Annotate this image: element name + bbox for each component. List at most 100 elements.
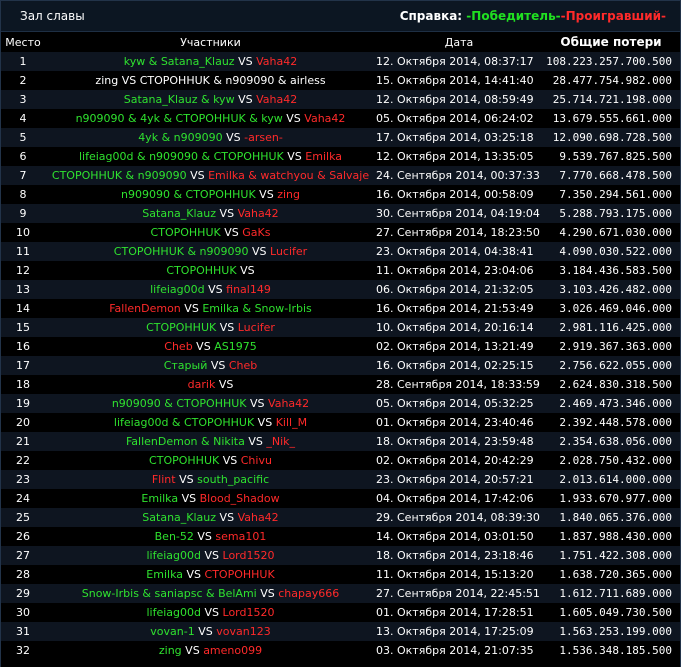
- winner-names[interactable]: Ben-52: [155, 530, 194, 543]
- winner-names[interactable]: lifeiag00d: [150, 283, 205, 296]
- winner-names[interactable]: Satana_Klauz: [142, 511, 216, 524]
- winner-names[interactable]: n909090 & СТОРОННUK: [112, 397, 247, 410]
- winner-names[interactable]: FallenDemon: [109, 302, 181, 315]
- table-row[interactable]: 31 vovan-1 VS vovan123 13. Октября 2014, 1…: [1, 622, 680, 641]
- table-row[interactable]: 8 n909090 & СТОРОННUK VS zing 16. Октября …: [1, 185, 680, 204]
- table-row[interactable]: 19 n909090 & СТОРОННUK VS Vaha42 05. Октяб…: [1, 394, 680, 413]
- loser-names[interactable]: Vaha42: [268, 397, 309, 410]
- loser-names[interactable]: Cheb: [229, 359, 257, 372]
- versus-label: VS: [216, 207, 238, 220]
- winner-names[interactable]: СТОРОННUK: [149, 454, 219, 467]
- loser-names[interactable]: Vaha42: [256, 93, 297, 106]
- loser-names[interactable]: Vaha42: [304, 112, 345, 125]
- loser-names[interactable]: Lucifer: [238, 321, 275, 334]
- loser-names[interactable]: zing: [277, 188, 300, 201]
- table-row[interactable]: 1 kyw & Satana_Klauz VS Vaha42 12. Октября…: [1, 52, 680, 71]
- table-row[interactable]: 6 lifeiag00d & n909090 & СТОРОННUK VS Emi…: [1, 147, 680, 166]
- table-row[interactable]: 20 lifeiag00d & СТОРОННUK VS Kill_M 01. Ок…: [1, 413, 680, 432]
- loser-names[interactable]: Vaha42: [256, 55, 297, 68]
- loser-names[interactable]: GaKs: [242, 226, 270, 239]
- place-cell: 32: [1, 641, 45, 660]
- loser-names[interactable]: chapay666: [278, 587, 339, 600]
- loser-names[interactable]: Lord1520: [223, 549, 275, 562]
- table-row[interactable]: 24 Emilka VS Blood_Shadow 04. Октября 2014…: [1, 489, 680, 508]
- loser-names[interactable]: Emilka: [305, 150, 342, 163]
- table-row[interactable]: 22 СТОРОННUK VS Chivu 02. Октября 2014, 20…: [1, 451, 680, 470]
- table-row[interactable]: 13 lifeiag00d VS final149 06. Октября 2014…: [1, 280, 680, 299]
- place-cell: 11: [1, 242, 45, 261]
- table-row[interactable]: 11 СТОРОННUK & n909090 VS Lucifer 23. Октя…: [1, 242, 680, 261]
- loser-names[interactable]: AS1975: [214, 340, 257, 353]
- loser-names[interactable]: vovan123: [216, 625, 270, 638]
- table-row[interactable]: 18 darik VS 28. Сентября 2014, 18:33:59 2.…: [1, 375, 680, 394]
- table-row[interactable]: 9 Satana_Klauz VS Vaha42 30. Сентября 2014…: [1, 204, 680, 223]
- winner-names[interactable]: vovan-1: [150, 625, 194, 638]
- table-row[interactable]: 15 СТОРОННUK VS Lucifer 10. Октября 2014, …: [1, 318, 680, 337]
- table-row[interactable]: 16 Cheb VS AS1975 02. Октября 2014, 13:21:…: [1, 337, 680, 356]
- winner-names[interactable]: Cheb: [164, 340, 192, 353]
- table-row[interactable]: 23 Flint VS south_pacific 23. Октября 2014…: [1, 470, 680, 489]
- winner-names[interactable]: Старый: [164, 359, 208, 372]
- loser-names[interactable]: Blood_Shadow: [200, 492, 280, 505]
- winner-names[interactable]: darik: [188, 378, 216, 391]
- winner-names[interactable]: СТОРОННUK: [166, 264, 236, 277]
- table-row[interactable]: 7 СТОРОННUK & n909090 VS Emilka & watchyo…: [1, 166, 680, 185]
- winner-names[interactable]: СТОРОННUK & n909090: [52, 169, 187, 182]
- loser-names[interactable]: Lord1520: [223, 606, 275, 619]
- winner-names[interactable]: Snow-Irbis & saniapsc & BelAmi: [82, 587, 257, 600]
- winner-names[interactable]: Emilka: [141, 492, 178, 505]
- winner-names[interactable]: Flint: [152, 473, 176, 486]
- table-row[interactable]: 12 СТОРОННUK VS 11. Октября 2014, 23:04:0…: [1, 261, 680, 280]
- place-cell: 2: [1, 71, 45, 90]
- loser-names[interactable]: Lucifer: [270, 245, 307, 258]
- winner-names[interactable]: n909090 & 4yk & СТОРОННUK & kyw: [76, 112, 283, 125]
- table-row[interactable]: 32 zing VS ameno099 03. Октября 2014, 21:0…: [1, 641, 680, 660]
- table-row[interactable]: 29 Snow-Irbis & saniapsc & BelAmi VS chap…: [1, 584, 680, 603]
- table-row[interactable]: 21 FallenDemon & Nikita VS _Nik_ 18. Октяб…: [1, 432, 680, 451]
- winner-names[interactable]: kyw & Satana_Klauz: [124, 55, 235, 68]
- legend-help-label: Справка:: [399, 9, 463, 23]
- winner-names[interactable]: lifeiag00d: [146, 549, 201, 562]
- table-row[interactable]: 30 lifeiag00d VS Lord1520 01. Октября 2014…: [1, 603, 680, 622]
- loser-names[interactable]: Vaha42: [238, 207, 279, 220]
- winner-names[interactable]: Satana_Klauz: [142, 207, 216, 220]
- table-row[interactable]: 10 СТОРОННUK VS GaKs 27. Сентября 2014, 18…: [1, 223, 680, 242]
- loser-names[interactable]: СТОРОННUK: [205, 568, 275, 581]
- participants-cell: СТОРОННUK & n909090 VS Lucifer: [45, 242, 376, 261]
- loser-names[interactable]: _Nik_: [266, 435, 295, 448]
- loser-names[interactable]: Vaha42: [238, 511, 279, 524]
- table-row[interactable]: 26 Ben-52 VS sema101 14. Октября 2014, 03:…: [1, 527, 680, 546]
- date-cell: 02. Октября 2014, 13:21:49: [376, 337, 542, 356]
- table-row[interactable]: 4 n909090 & 4yk & СТОРОННUK & kyw VS Vaha…: [1, 109, 680, 128]
- loser-names[interactable]: south_pacific: [197, 473, 269, 486]
- winner-names[interactable]: 4yk & n909090: [138, 131, 222, 144]
- table-row[interactable]: 3 Satana_Klauz & kyw VS Vaha42 12. Октября…: [1, 90, 680, 109]
- winner-names[interactable]: FallenDemon & Nikita: [126, 435, 245, 448]
- winner-names[interactable]: lifeiag00d & СТОРОННUK: [114, 416, 254, 429]
- table-row[interactable]: 14 FallenDemon VS Emilka & Snow-Irbis 16. …: [1, 299, 680, 318]
- table-row[interactable]: 2 zing VS СТОРОННUK & n909090 & airless 15…: [1, 71, 680, 90]
- loser-names[interactable]: Emilka & Snow-Irbis: [202, 302, 311, 315]
- winner-names[interactable]: n909090 & СТОРОННUK: [121, 188, 256, 201]
- table-row[interactable]: 27 lifeiag00d VS Lord1520 18. Октября 2014…: [1, 546, 680, 565]
- table-row[interactable]: 25 Satana_Klauz VS Vaha42 29. Сентября 201…: [1, 508, 680, 527]
- winner-names[interactable]: lifeiag00d: [146, 606, 201, 619]
- winner-names[interactable]: zing: [159, 644, 182, 657]
- winner-names[interactable]: Emilka: [146, 568, 183, 581]
- loser-names[interactable]: Emilka & watchyou & Salvaje: [208, 169, 369, 182]
- loser-names[interactable]: ameno099: [203, 644, 262, 657]
- participants-text[interactable]: zing VS СТОРОННUK & n909090 & airless: [95, 74, 325, 87]
- loser-names[interactable]: sema101: [215, 530, 266, 543]
- table-row[interactable]: 28 Emilka VS СТОРОННUK 11. Октября 2014, 1…: [1, 565, 680, 584]
- winner-names[interactable]: СТОРОННUK: [151, 226, 221, 239]
- loser-names[interactable]: final149: [226, 283, 271, 296]
- winner-names[interactable]: СТОРОННUK & n909090: [114, 245, 249, 258]
- loser-names[interactable]: Kill_M: [276, 416, 307, 429]
- winner-names[interactable]: СТОРОННUK: [146, 321, 216, 334]
- table-row[interactable]: 17 Старый VS Cheb 16. Октября 2014, 02:25:…: [1, 356, 680, 375]
- loser-names[interactable]: -arsen-: [244, 131, 283, 144]
- loser-names[interactable]: Chivu: [241, 454, 272, 467]
- table-row[interactable]: 5 4yk & n909090 VS -arsen- 17. Октября 201…: [1, 128, 680, 147]
- winner-names[interactable]: lifeiag00d & n909090 & СТОРОННUK: [79, 150, 284, 163]
- winner-names[interactable]: Satana_Klauz & kyw: [124, 93, 235, 106]
